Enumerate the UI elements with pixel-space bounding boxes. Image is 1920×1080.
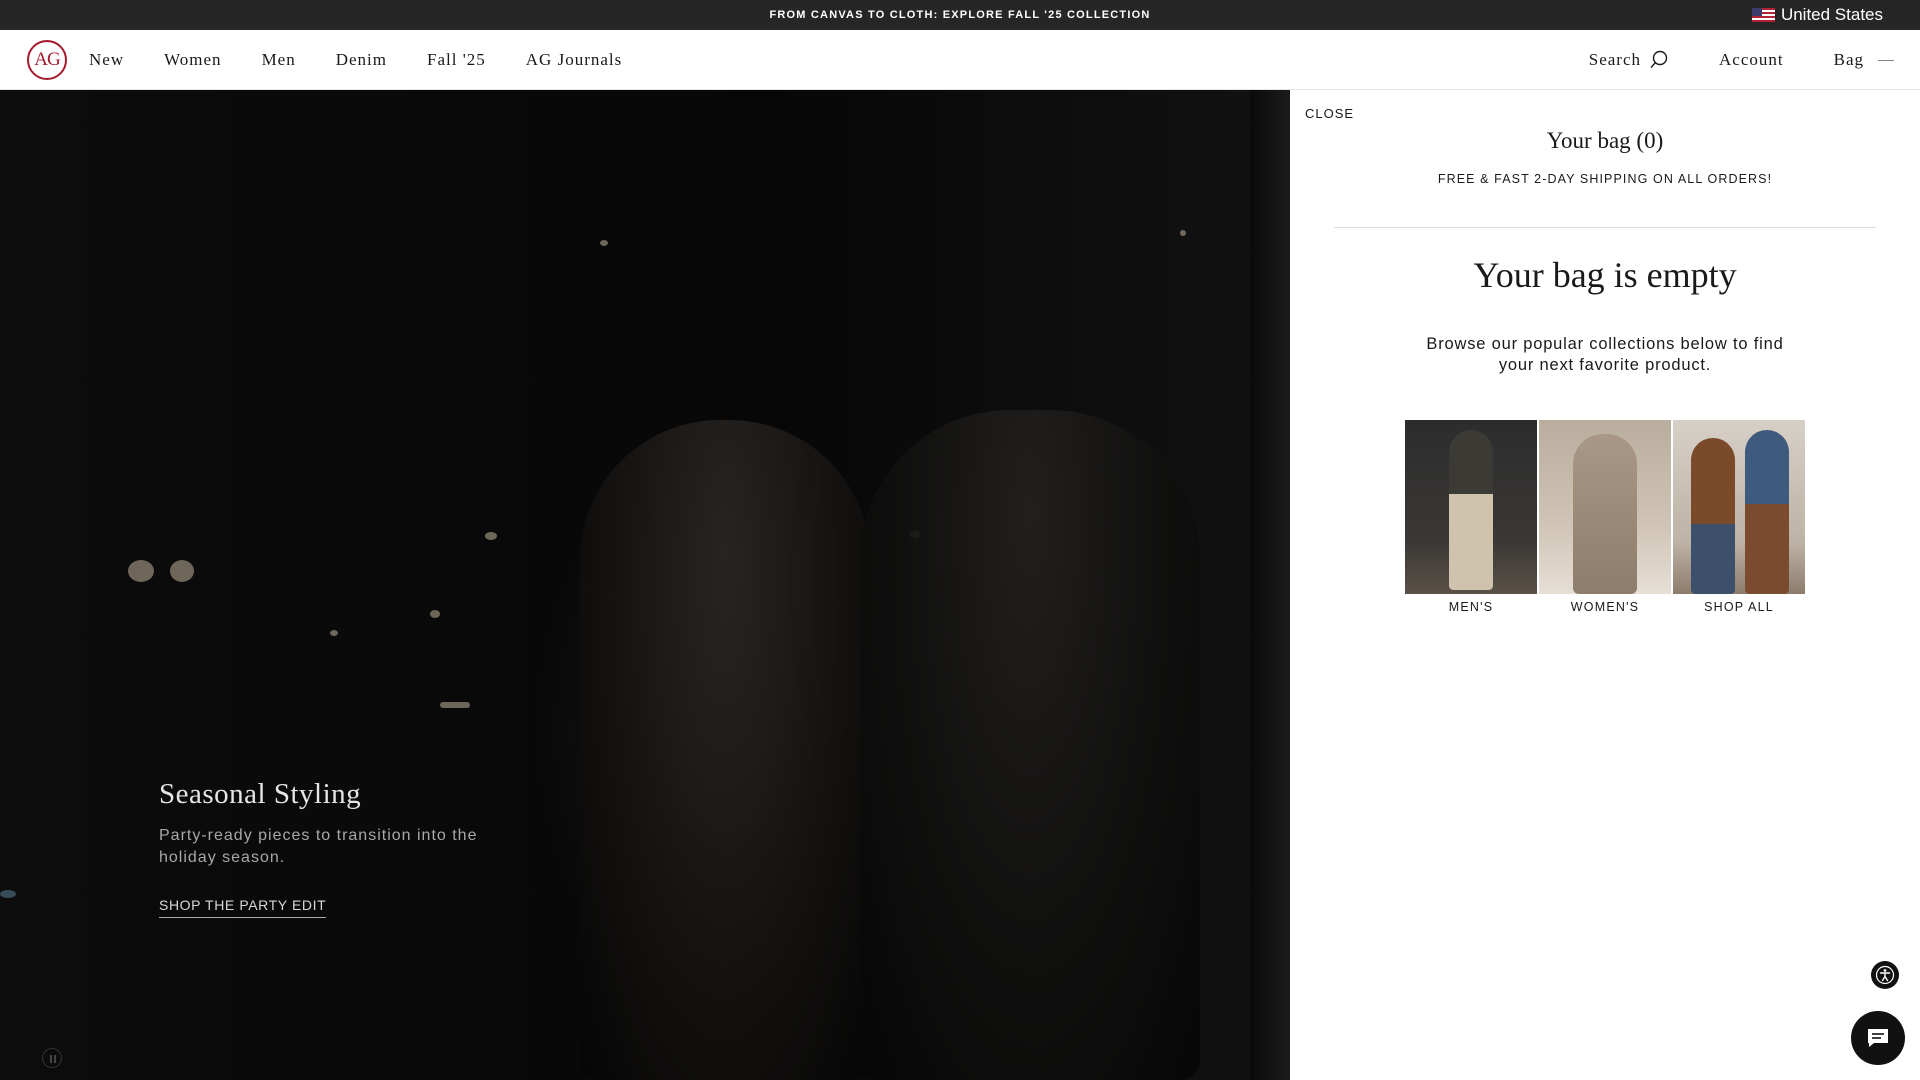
- hero-edge-shadow: [1250, 90, 1290, 1080]
- region-label: United States: [1780, 5, 1883, 24]
- bag-button[interactable]: Bag: [1834, 50, 1894, 70]
- close-button[interactable]: CLOSE: [1305, 106, 1354, 121]
- hero-subtitle: Party-ready pieces to transition into th…: [159, 827, 478, 866]
- shipping-message: FREE & FAST 2-DAY SHIPPING ON ALL ORDERS…: [1437, 172, 1773, 186]
- accessibility-button[interactable]: [1871, 961, 1899, 989]
- chat-icon: [1868, 1029, 1888, 1047]
- bokeh-light: [0, 890, 16, 898]
- hero-banner[interactable]: Seasonal Styling Party-ready pieces to t…: [0, 90, 1290, 1080]
- pause-icon[interactable]: [42, 1048, 62, 1068]
- model-figure: [1691, 438, 1735, 594]
- accessibility-icon: [1875, 965, 1895, 985]
- bokeh-light: [170, 560, 194, 582]
- nav-item-ag-journals[interactable]: AG Journals: [526, 50, 622, 70]
- nav-item-denim[interactable]: Denim: [336, 50, 387, 70]
- bag-indicator: [1878, 59, 1894, 61]
- model-figure: [1745, 430, 1789, 594]
- shop-all-collection-image: [1673, 420, 1805, 594]
- bokeh-light: [330, 630, 338, 636]
- mens-collection-image: [1405, 420, 1537, 594]
- nav-item-new[interactable]: New: [89, 50, 124, 70]
- model-figure: [1449, 430, 1493, 590]
- shop-party-edit-link[interactable]: SHOP THE PARTY EDIT: [159, 897, 327, 918]
- collection-tile-womens[interactable]: WOMEN'S: [1539, 420, 1671, 614]
- bag-drawer: CLOSE Your bag (0) FREE & FAST 2-DAY SHI…: [1290, 90, 1920, 1080]
- bag-title: Your bag (0): [1546, 128, 1664, 153]
- region-selector[interactable]: United States: [1751, 0, 1883, 30]
- bokeh-light: [430, 610, 440, 618]
- nav-item-women[interactable]: Women: [164, 50, 221, 70]
- bokeh-light: [440, 702, 470, 708]
- bokeh-light: [485, 532, 497, 540]
- account-link[interactable]: Account: [1719, 50, 1784, 70]
- search-label: Search: [1588, 50, 1642, 69]
- collection-tiles: MEN'S WOMEN'S SHOP ALL: [1405, 420, 1805, 614]
- search-button[interactable]: Search: [1589, 50, 1669, 70]
- collection-label: MEN'S: [1448, 600, 1494, 614]
- nav-item-men[interactable]: Men: [262, 50, 296, 70]
- collection-label: WOMEN'S: [1570, 600, 1640, 614]
- collection-tile-mens[interactable]: MEN'S: [1405, 420, 1537, 614]
- divider: [1334, 227, 1876, 228]
- empty-bag-message: Browse our popular collections below to …: [1426, 335, 1784, 374]
- search-icon: [1650, 50, 1668, 68]
- utility-nav: Search Account Bag: [1539, 30, 1894, 90]
- nav-item-fall-25[interactable]: Fall '25: [427, 50, 486, 70]
- bokeh-light: [1180, 230, 1186, 236]
- bag-label: Bag: [1833, 50, 1864, 69]
- empty-bag-title: Your bag is empty: [1473, 255, 1737, 295]
- model-man: [860, 410, 1200, 1080]
- collection-tile-shop-all[interactable]: SHOP ALL: [1673, 420, 1805, 614]
- us-flag-icon: [1751, 8, 1775, 22]
- main-nav: New Women Men Denim Fall '25 AG Journals: [89, 30, 662, 90]
- model-figure: [1573, 434, 1637, 594]
- announcement-text[interactable]: FROM CANVAS TO CLOTH: EXPLORE FALL '25 C…: [0, 0, 1920, 30]
- hero-copy: Seasonal Styling Party-ready pieces to t…: [159, 778, 519, 918]
- collection-label: SHOP ALL: [1704, 600, 1774, 614]
- womens-collection-image: [1539, 420, 1671, 594]
- chat-button[interactable]: [1851, 1011, 1905, 1065]
- bokeh-light: [600, 240, 608, 246]
- model-woman: [580, 420, 870, 1080]
- announcement-bar: FROM CANVAS TO CLOTH: EXPLORE FALL '25 C…: [0, 0, 1920, 30]
- hero-title: Seasonal Styling: [159, 778, 362, 810]
- bokeh-light: [128, 560, 154, 582]
- ag-logo[interactable]: AG: [27, 40, 67, 80]
- site-header: AG New Women Men Denim Fall '25 AG Journ…: [0, 30, 1920, 90]
